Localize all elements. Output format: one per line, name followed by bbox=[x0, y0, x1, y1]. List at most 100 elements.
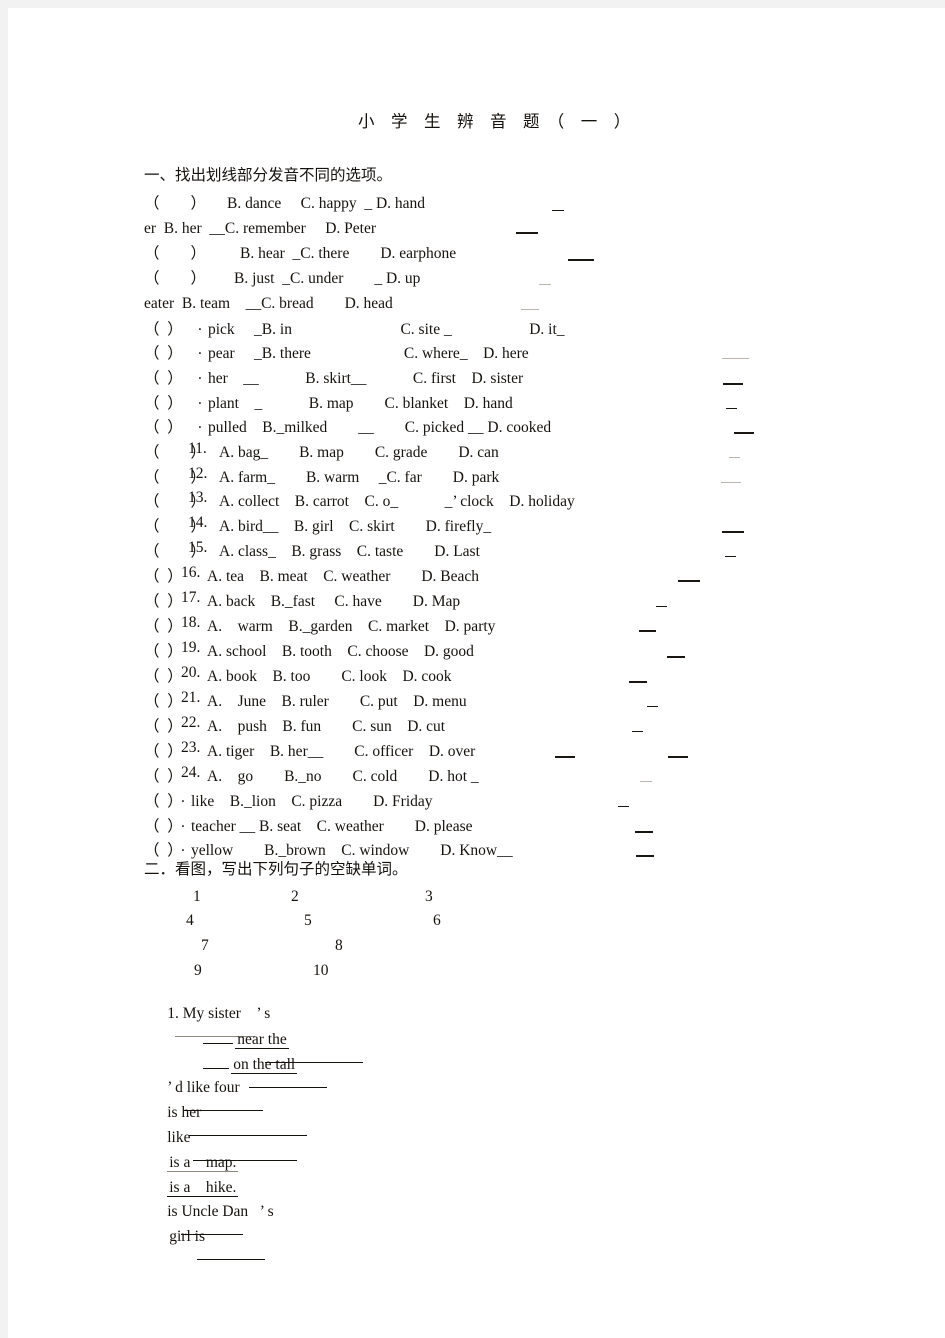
q-options: A. bag_ B. map C. grade D. can bbox=[219, 444, 499, 461]
document-page: 小 学 生 辨 音 题 （ 一 ） 一、找出划线部分发音不同的选项。 （ ） B… bbox=[8, 8, 945, 1338]
q-options: A. bird__ B. girl C. skirt D. firefly_ bbox=[219, 518, 492, 535]
q-bracket[interactable]: （ ） bbox=[144, 191, 206, 213]
q-options: her __ B. skirt__ C. first D. sister bbox=[208, 370, 524, 387]
picture-number: 5 bbox=[304, 912, 312, 929]
section-2-heading: 二．看图，写出下列句子的空缺单词。 bbox=[144, 860, 408, 878]
question-row: （ ） 17. A. back B._fast C. have D. Map bbox=[144, 589, 944, 614]
blank-dash bbox=[552, 210, 564, 211]
picture-number: 10 bbox=[313, 962, 329, 979]
question-row: （ ） 18. A. warm B._garden C. market D. p… bbox=[144, 614, 944, 639]
q-bracket[interactable]: （ ） bbox=[144, 589, 183, 611]
q-number: . bbox=[181, 814, 185, 831]
q-bracket[interactable]: （ ） bbox=[144, 415, 183, 437]
q-options: eater B. team __C. bread D. head bbox=[144, 295, 393, 312]
blank-dash bbox=[618, 806, 629, 807]
q-options: A. push B. fun C. sun D. cut bbox=[207, 718, 446, 735]
sentence-text: girl is bbox=[169, 1228, 205, 1245]
blank-dash bbox=[632, 731, 643, 732]
q-options: B. just _C. under _ D. up bbox=[234, 270, 421, 287]
q-options: A. June B. ruler C. put D. menu bbox=[207, 693, 467, 710]
q-bracket[interactable]: （ ） bbox=[144, 764, 183, 786]
q-number: . bbox=[198, 317, 202, 334]
q-bracket[interactable]: （ ） bbox=[144, 814, 183, 836]
question-row: （ ） 19. A. school B. tooth C. choose D. … bbox=[144, 639, 944, 664]
q-bracket[interactable]: （ ） bbox=[144, 391, 183, 413]
worksheet-sheet: 小 学 生 辨 音 题 （ 一 ） 一、找出划线部分发音不同的选项。 （ ） B… bbox=[8, 8, 945, 1338]
q-bracket[interactable]: （ ） bbox=[144, 241, 206, 263]
question-row: （ ） . pulled B._milked __ C. picked __ D… bbox=[144, 415, 944, 440]
question-row: （ ） . pick _B. in C. site _ D. it_ bbox=[144, 317, 944, 342]
q-number: 18. bbox=[181, 614, 201, 631]
question-row: （ ） . her __ B. skirt__ C. first D. sist… bbox=[144, 366, 944, 391]
section-1-heading: 一、找出划线部分发音不同的选项。 bbox=[144, 166, 393, 184]
picture-number: 9 bbox=[194, 962, 202, 979]
q-bracket[interactable]: （ ） bbox=[144, 317, 183, 339]
blank-dash bbox=[636, 855, 654, 857]
q-bracket[interactable]: （ ） bbox=[144, 739, 183, 761]
blank-dash bbox=[568, 259, 594, 261]
q-bracket[interactable]: （ ） bbox=[144, 564, 183, 586]
q-bracket[interactable]: （ ） bbox=[144, 366, 183, 388]
q-number: 11. bbox=[188, 440, 207, 457]
q-number: 16. bbox=[181, 564, 201, 581]
picture-number: 7 bbox=[201, 937, 209, 954]
question-row: （ ） . plant _ B. map C. blanket D. hand bbox=[144, 391, 944, 416]
blank-dash bbox=[667, 656, 685, 658]
blank-dash bbox=[726, 408, 737, 409]
blank-dash bbox=[668, 756, 688, 758]
question-row: （ ） 15. A. class_ B. grass C. taste D. L… bbox=[144, 539, 944, 564]
q-options: B. hear _C. there D. earphone bbox=[240, 245, 457, 262]
screenshot-viewport: 小 学 生 辨 音 题 （ 一 ） 一、找出划线部分发音不同的选项。 （ ） B… bbox=[0, 0, 945, 1338]
q-bracket[interactable]: （ ） bbox=[144, 689, 183, 711]
fill-in-sentence: girl is bbox=[146, 1210, 266, 1283]
q-number: 22. bbox=[181, 714, 201, 731]
q-bracket[interactable]: （ ） bbox=[144, 341, 183, 363]
answer-blank[interactable] bbox=[197, 1246, 266, 1260]
question-row: eater B. team __C. bread D. head bbox=[144, 291, 944, 316]
q-options: like B._lion C. pizza D. Friday bbox=[191, 793, 433, 810]
q-number: 14. bbox=[188, 514, 208, 531]
blank-dash bbox=[555, 756, 575, 758]
q-bracket[interactable]: （ ） bbox=[144, 664, 183, 686]
blank-dash bbox=[635, 831, 653, 833]
blank-dash bbox=[539, 284, 551, 285]
q-number: . bbox=[181, 789, 185, 806]
picture-number: 3 bbox=[425, 888, 433, 905]
question-row: （ ） . teacher __ B. seat C. weather D. p… bbox=[144, 814, 944, 839]
question-row: （ ） 11. A. bag_ B. map C. grade D. can bbox=[144, 440, 944, 465]
q-number: 15. bbox=[188, 539, 208, 556]
question-row: （ ） . pear _B. there C. where_ D. here bbox=[144, 341, 944, 366]
blank-dash bbox=[656, 606, 667, 607]
q-number: 12. bbox=[188, 465, 208, 482]
q-bracket[interactable]: （ ） bbox=[144, 789, 183, 811]
q-bracket[interactable]: （ ） bbox=[144, 614, 183, 636]
q-bracket[interactable]: （ ） bbox=[144, 639, 183, 661]
q-options: A. warm B._garden C. market D. party bbox=[207, 618, 496, 635]
blank-dash bbox=[734, 432, 754, 434]
blank-dash bbox=[647, 706, 658, 707]
blank-dash bbox=[721, 482, 741, 483]
picture-number: 4 bbox=[186, 912, 194, 929]
q-options: A. tea B. meat C. weather D. Beach bbox=[207, 568, 480, 585]
q-bracket[interactable]: （ ） bbox=[144, 266, 206, 288]
question-row: （ ） 21. A. June B. ruler C. put D. menu bbox=[144, 689, 944, 714]
q-number: 19. bbox=[181, 639, 201, 656]
q-options: A. book B. too C. look D. cook bbox=[207, 668, 452, 685]
blank-dash bbox=[639, 630, 656, 632]
q-options: plant _ B. map C. blanket D. hand bbox=[208, 395, 513, 412]
question-row: （ ） B. just _C. under _ D. up bbox=[144, 266, 944, 291]
question-row: （ ） 16. A. tea B. meat C. weather D. Bea… bbox=[144, 564, 944, 589]
question-row: er B. her __C. remember D. Peter bbox=[144, 216, 944, 241]
q-number: 13. bbox=[188, 489, 208, 506]
q-options: A. back B._fast C. have D. Map bbox=[207, 593, 461, 610]
q-bracket[interactable]: （ ） bbox=[144, 714, 183, 736]
question-row: （ ） B. hear _C. there D. earphone bbox=[144, 241, 944, 266]
q-number: . bbox=[181, 838, 185, 855]
picture-number: 1 bbox=[193, 888, 201, 905]
q-options: A. go B._no C. cold D. hot _ bbox=[207, 768, 479, 785]
question-row: （ ） B. dance C. happy _ D. hand bbox=[144, 191, 944, 216]
blank-dash bbox=[722, 358, 749, 359]
blank-dash bbox=[629, 681, 647, 683]
q-number: 23. bbox=[181, 739, 201, 756]
question-row: （ ） 12. A. farm_ B. warm _C. far D. park bbox=[144, 465, 944, 490]
